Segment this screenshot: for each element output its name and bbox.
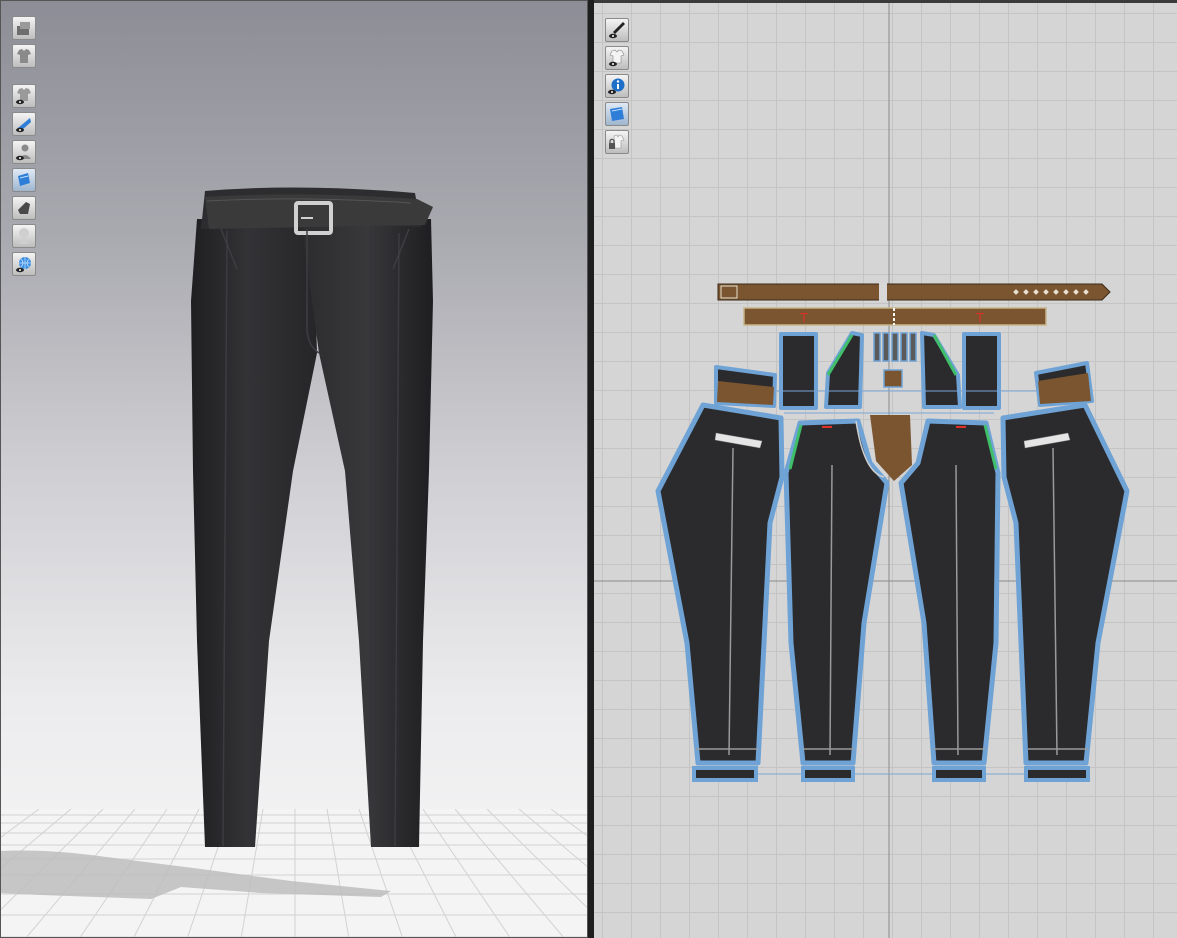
show-avatar-icon[interactable] (12, 140, 36, 164)
show-garment-icon[interactable] (12, 84, 36, 108)
back-panel-right-pattern[interactable] (1000, 402, 1130, 766)
3d-viewport[interactable] (0, 0, 588, 938)
front-panel-left-inner-pattern[interactable] (783, 418, 890, 766)
left-trouser-leg (191, 219, 317, 847)
info-icon[interactable] (605, 74, 629, 98)
pattern-canvas[interactable]: T T (594, 3, 1177, 938)
fabric-display-icon[interactable] (12, 168, 36, 192)
pocket-facing-left[interactable] (714, 331, 864, 410)
waistband-marker-right: T (975, 311, 984, 325)
fabric-view-icon[interactable] (605, 102, 629, 126)
show-measure-icon[interactable] (605, 18, 629, 42)
front-panel-right-inner-pattern[interactable] (898, 418, 1001, 766)
show-pattern-icon[interactable] (605, 46, 629, 70)
right-trouser-leg (301, 219, 433, 847)
clo3d-workspace: T T (0, 0, 1177, 938)
waistband-marker-left: T (799, 311, 808, 325)
pocket-facing-right[interactable] (920, 331, 1094, 410)
pressure-map-icon[interactable] (12, 196, 36, 220)
waistband-pattern[interactable]: T T (743, 307, 1047, 326)
globe-view-icon[interactable] (12, 252, 36, 276)
avatar-silhouette-icon[interactable] (12, 224, 36, 248)
texture-display-icon[interactable] (12, 112, 36, 136)
garment-display-icon[interactable] (12, 44, 36, 68)
belt-loops-pattern[interactable] (873, 332, 917, 388)
garment-3d-render[interactable] (1, 1, 588, 938)
belt-strap-pattern[interactable] (717, 283, 1111, 301)
2d-pattern-window[interactable]: T T (594, 0, 1177, 938)
2d-toolbar (605, 18, 629, 154)
front-panel-left-pattern[interactable] (655, 402, 785, 766)
lock-pattern-icon[interactable] (605, 130, 629, 154)
avatar-display-icon[interactable] (12, 16, 36, 40)
3d-toolbar (12, 16, 36, 276)
